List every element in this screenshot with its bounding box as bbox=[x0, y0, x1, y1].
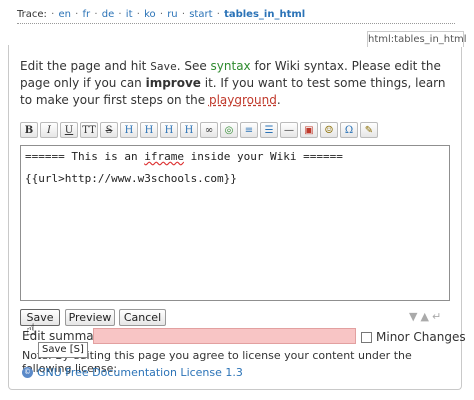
hand-cursor-icon: ☝ bbox=[26, 320, 36, 339]
page-id-tab: html:tables_in_html bbox=[367, 31, 467, 47]
trace-link-current[interactable]: tables_in_html bbox=[224, 9, 305, 20]
heading-same-icon[interactable]: H bbox=[120, 122, 138, 138]
editor-resize-controls: ▼ ▲ ↵ bbox=[409, 310, 441, 323]
media-icon[interactable]: ▣ bbox=[300, 122, 318, 138]
editor-line-1: ====== This is an iframe inside your Wik… bbox=[25, 149, 445, 164]
bold-icon[interactable]: B bbox=[20, 122, 38, 138]
intro-text: . bbox=[276, 93, 281, 107]
edit-intro-text: Edit the page and hit Save. See syntax f… bbox=[20, 58, 460, 109]
internal-link-icon[interactable]: ∞ bbox=[200, 122, 218, 138]
gnu-license-icon: © bbox=[22, 367, 33, 378]
arrow-up-icon[interactable]: ▲ bbox=[420, 310, 428, 323]
headline-menu-icon[interactable]: H bbox=[180, 122, 198, 138]
arrow-down-icon[interactable]: ▼ bbox=[409, 310, 417, 323]
intro-improve-word: improve bbox=[145, 76, 201, 90]
trace-link-fr[interactable]: fr bbox=[83, 9, 91, 20]
trace-link-ko[interactable]: ko bbox=[144, 9, 156, 20]
trace-separator: · bbox=[75, 9, 79, 20]
minor-changes-label: Minor Changes bbox=[376, 330, 466, 344]
trace-link-ru[interactable]: ru bbox=[167, 9, 177, 20]
editor-line-2: {{url>http://www.w3schools.com}} bbox=[25, 172, 237, 185]
horizontal-rule-icon[interactable]: — bbox=[280, 122, 298, 138]
license-line: © GNU Free Documentation License 1.3 bbox=[22, 366, 243, 379]
trace-label: Trace: bbox=[17, 9, 47, 20]
playground-link[interactable]: playground bbox=[209, 93, 277, 107]
editor-misspelled-word: iframe bbox=[144, 150, 184, 163]
edit-summary-input[interactable] bbox=[93, 328, 356, 344]
trace-separator: · bbox=[51, 9, 55, 20]
trace-separator: · bbox=[159, 9, 163, 20]
cancel-button[interactable]: Cancel bbox=[119, 309, 166, 326]
preview-button[interactable]: Preview bbox=[65, 309, 115, 326]
trace-separator: · bbox=[216, 9, 220, 20]
trace-separator: · bbox=[136, 9, 140, 20]
trace-link-de[interactable]: de bbox=[102, 9, 115, 20]
strikethrough-icon[interactable]: S bbox=[100, 122, 118, 138]
syntax-link[interactable]: syntax bbox=[211, 59, 251, 73]
editor-toolbar: B I U TT S H H H H ∞ ◎ ≡ ☰ — ▣ ☺ Ω ✎ bbox=[20, 122, 378, 140]
ordered-list-icon[interactable]: ≡ bbox=[240, 122, 258, 138]
intro-text: Edit the page and hit bbox=[20, 59, 151, 73]
intro-text: . See bbox=[176, 59, 211, 73]
editor-text: ====== This is an bbox=[25, 150, 145, 163]
editor-text: inside your Wiki ====== bbox=[183, 150, 343, 163]
heading-higher-icon[interactable]: H bbox=[160, 122, 178, 138]
trace-separator: · bbox=[118, 9, 122, 20]
breadcrumb-trace: Trace: · en · fr · de · it · ko · ru · s… bbox=[17, 7, 455, 24]
trace-link-it[interactable]: it bbox=[126, 9, 133, 20]
wiki-text-editor[interactable]: ====== This is an iframe inside your Wik… bbox=[20, 145, 450, 301]
code-icon[interactable]: TT bbox=[80, 122, 98, 138]
italic-icon[interactable]: I bbox=[40, 122, 58, 138]
heading-lower-icon[interactable]: H bbox=[140, 122, 158, 138]
smiley-icon[interactable]: ☺ bbox=[320, 122, 338, 138]
underline-icon[interactable]: U bbox=[60, 122, 78, 138]
license-link[interactable]: GNU Free Documentation License 1.3 bbox=[37, 366, 243, 379]
trace-link-en[interactable]: en bbox=[58, 9, 71, 20]
signature-icon[interactable]: ✎ bbox=[360, 122, 378, 138]
intro-save-word: Save bbox=[150, 60, 177, 73]
minor-changes-option[interactable]: Minor Changes bbox=[361, 330, 466, 344]
wrap-toggle-icon[interactable]: ↵ bbox=[432, 310, 441, 323]
special-chars-icon[interactable]: Ω bbox=[340, 122, 358, 138]
trace-separator: · bbox=[181, 9, 186, 20]
trace-link-start[interactable]: start bbox=[189, 9, 212, 20]
trace-separator: · bbox=[94, 9, 98, 20]
minor-changes-checkbox[interactable] bbox=[361, 331, 372, 343]
save-tooltip: Save [S] bbox=[38, 342, 88, 358]
external-link-icon[interactable]: ◎ bbox=[220, 122, 238, 138]
unordered-list-icon[interactable]: ☰ bbox=[260, 122, 278, 138]
